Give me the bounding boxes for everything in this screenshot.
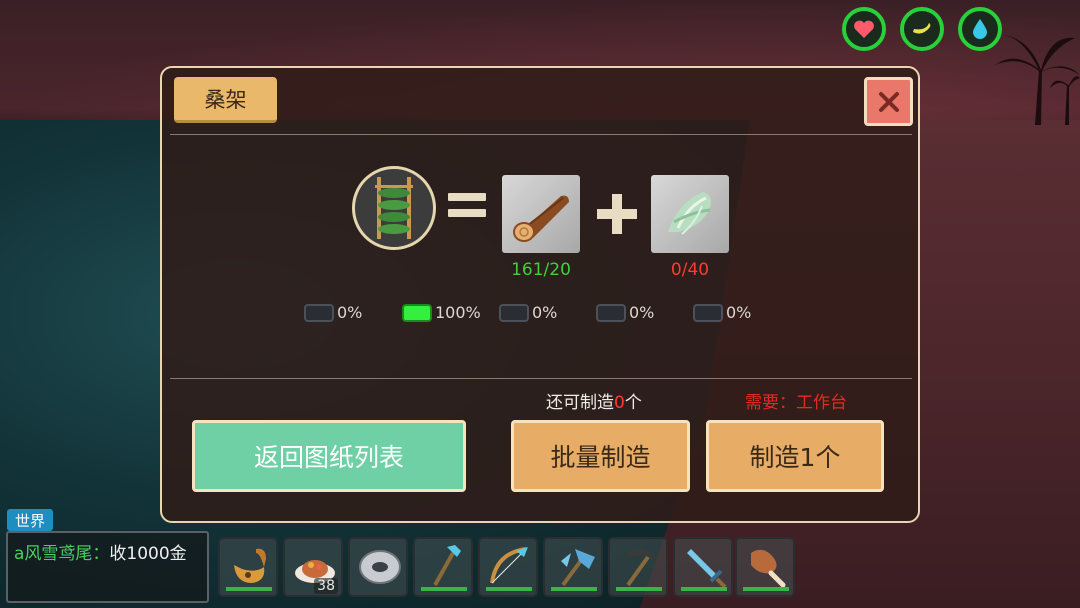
shield-disc-icon — [359, 550, 401, 584]
chance-slot-4: 0% — [596, 303, 654, 322]
hotbar-slot-1[interactable] — [218, 537, 278, 597]
close-icon — [878, 91, 899, 112]
health-status — [842, 7, 886, 51]
hotbar-slot-3[interactable] — [348, 537, 408, 597]
chat-channel-tab[interactable]: 世界 — [7, 509, 53, 531]
ingredient-wood[interactable] — [502, 175, 580, 253]
pickaxe-icon — [626, 549, 660, 587]
back-to-blueprints-button[interactable]: 返回图纸列表 — [192, 420, 466, 492]
chat-box[interactable]: a风雪鸢尾：收1000金 — [6, 531, 209, 603]
bag-icon — [234, 548, 266, 583]
ice-sword-icon — [687, 549, 727, 589]
batch-craft-button[interactable]: 批量制造 — [511, 420, 690, 492]
water-drop-icon — [973, 19, 987, 39]
equals-sign — [448, 193, 486, 225]
chat-message: a风雪鸢尾：收1000金 — [14, 544, 187, 564]
chance-slot-5: 0% — [693, 303, 751, 322]
banana-icon — [913, 23, 931, 34]
ice-staff-icon — [433, 545, 461, 586]
hotbar-slot-2[interactable]: 38 — [283, 537, 343, 597]
header-divider — [170, 134, 912, 135]
palm-trees-silhouette — [995, 35, 1080, 125]
ice-bow-icon — [490, 547, 528, 584]
hotbar-slot-7[interactable] — [608, 537, 668, 597]
wood-count: 161/20 — [511, 260, 571, 280]
ingredient-silk[interactable] — [651, 175, 729, 253]
hotbar-slot-8[interactable] — [673, 537, 733, 597]
mulberry-rack-icon — [375, 177, 413, 239]
chat-text: 收1000金 — [109, 544, 187, 564]
chance-slot-1: 0% — [304, 303, 362, 322]
chat-sender[interactable]: a风雪鸢尾 — [14, 544, 92, 564]
dialog-title: 桑架 — [174, 77, 277, 123]
close-button[interactable] — [864, 77, 913, 126]
heart-icon — [854, 20, 874, 38]
ice-axe-icon — [561, 549, 595, 587]
hotbar-slot-5[interactable] — [478, 537, 538, 597]
plus-sign — [597, 194, 637, 234]
hotbar-slot-9[interactable] — [735, 537, 795, 597]
hunger-status — [900, 7, 944, 51]
hotbar-slot-6[interactable] — [543, 537, 603, 597]
footer-divider — [170, 378, 912, 379]
silk-count: 0/40 — [670, 260, 710, 280]
wood-log-icon — [513, 195, 569, 242]
chance-slot-3: 0% — [499, 303, 557, 322]
crafting-dialog: 桑架 161/20 0/40 0% 100% 0% 0% 0% 还可制造0个 需… — [160, 66, 920, 523]
silk-icon — [668, 192, 712, 235]
result-item[interactable] — [352, 166, 436, 250]
requirement-text: 需要：工作台 — [745, 393, 847, 413]
chance-slot-2: 100% — [402, 303, 481, 322]
item-quantity: 38 — [314, 578, 338, 594]
thirst-status — [958, 7, 1002, 51]
hotbar-slot-4[interactable] — [413, 537, 473, 597]
craft-one-button[interactable]: 制造1个 — [706, 420, 884, 492]
remaining-craftable: 还可制造0个 — [546, 393, 642, 413]
meat-drumstick-icon — [751, 549, 786, 588]
